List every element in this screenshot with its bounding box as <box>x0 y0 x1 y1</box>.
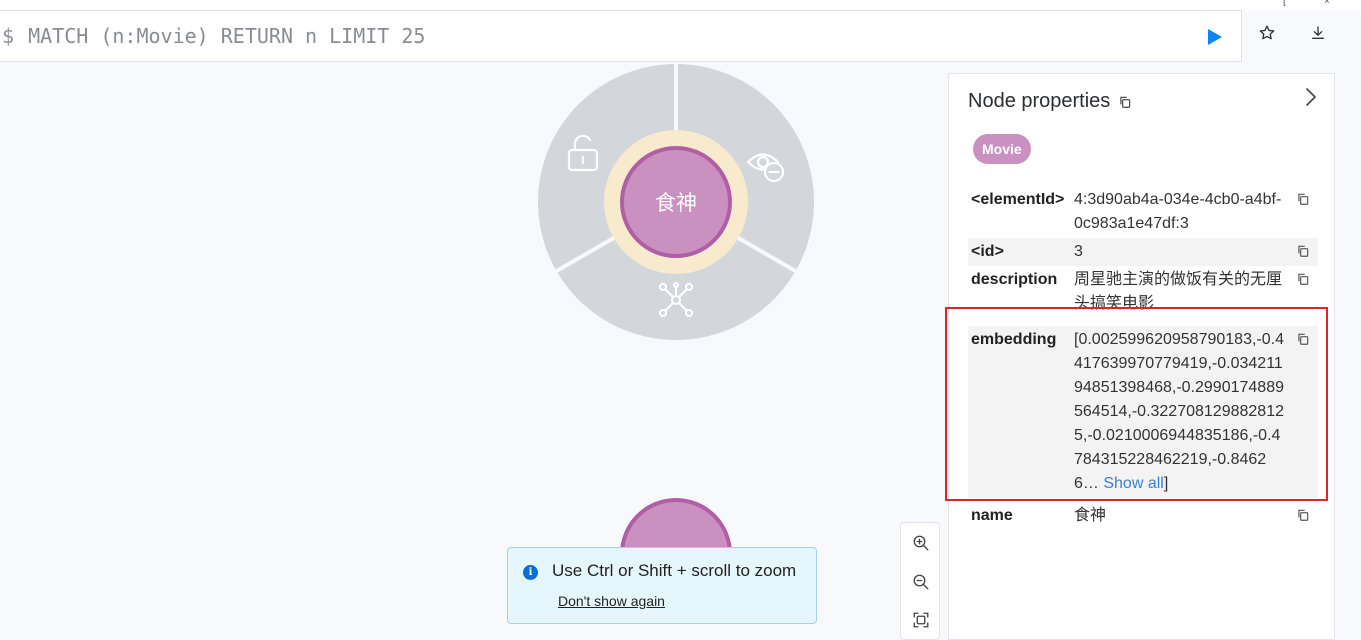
collapse-panel-button[interactable] <box>1302 86 1320 108</box>
zoom-in-icon <box>913 535 929 551</box>
property-key: name <box>971 507 1013 524</box>
expand-relationships-button[interactable] <box>654 280 698 324</box>
download-icon <box>1312 26 1324 39</box>
property-row-id: <id> 3 <box>968 238 1318 266</box>
zoom-in-button[interactable] <box>910 532 932 554</box>
copy-icon[interactable] <box>1118 95 1132 109</box>
property-key: embedding <box>971 331 1057 348</box>
zoom-out-icon <box>913 574 929 590</box>
star-icon <box>1259 25 1275 40</box>
panel-title-text: Node properties <box>968 90 1111 112</box>
selected-movie-node[interactable]: 食神 <box>620 146 732 258</box>
copy-icon[interactable] <box>1296 244 1310 258</box>
fit-screen-icon <box>913 612 929 628</box>
copy-icon[interactable] <box>1296 332 1310 346</box>
unlock-node-button[interactable] <box>562 132 606 176</box>
download-button[interactable] <box>1307 22 1329 44</box>
property-row-description: description 周星驰主演的做饭有关的无厘头搞笑电影 <box>968 266 1318 318</box>
chevron-right-icon <box>1306 88 1316 106</box>
node-caption: 食神 <box>655 191 697 215</box>
property-key: <id> <box>971 243 1004 260</box>
property-row-name: name 食神 <box>968 502 1318 530</box>
property-value: 3 <box>1074 243 1083 260</box>
property-value: 食神 <box>1074 507 1107 524</box>
play-icon <box>1208 29 1222 45</box>
properties-table: <elementId> 4:3d90ab4a-034e-4cb0-a4bf-0c… <box>968 186 1318 530</box>
fit-to-screen-button[interactable] <box>910 609 932 631</box>
top-strip-glyph: ˇ <box>1229 0 1233 7</box>
top-strip-glyph: × <box>1324 0 1330 7</box>
zoom-controls <box>900 522 940 640</box>
show-all-link[interactable]: Show all <box>1103 475 1163 492</box>
dont-show-again-link[interactable]: Don't show again <box>558 593 665 609</box>
copy-icon[interactable] <box>1296 192 1310 206</box>
window-top-strip: ˇ ˇ [ × <box>0 0 1361 10</box>
zoom-out-button[interactable] <box>910 571 932 593</box>
property-key: <elementId> <box>971 191 1065 208</box>
node-context-ring: 食神 <box>538 64 814 340</box>
editor-prompt: $ <box>2 24 15 48</box>
embedding-close-bracket: ] <box>1163 475 1169 492</box>
top-strip-glyph: [ <box>1283 0 1286 7</box>
info-icon: i <box>523 565 538 580</box>
label-chip-movie[interactable]: Movie <box>973 134 1031 164</box>
panel-title: Node properties <box>968 90 1132 113</box>
query-text[interactable]: MATCH (n:Movie) RETURN n LIMIT 25 <box>28 24 425 48</box>
property-value: 4:3d90ab4a-034e-4cb0-a4bf-0c983a1e47df:3 <box>1074 191 1282 232</box>
node-properties-panel: Node properties Movie <elementId> 4:3d90… <box>948 73 1335 640</box>
embedding-value-text: [0.002599620958790183,-0.441763997077941… <box>1074 331 1284 492</box>
property-key: description <box>971 271 1058 288</box>
property-value: [0.002599620958790183,-0.441763997077941… <box>1074 328 1286 496</box>
top-strip-glyph: ˇ <box>1203 0 1207 7</box>
prompt-spacer <box>14 24 28 48</box>
favorite-button[interactable] <box>1256 22 1278 44</box>
hide-node-button[interactable] <box>744 142 788 186</box>
property-row-embedding: embedding [0.002599620958790183,-0.44176… <box>968 326 1318 498</box>
copy-icon[interactable] <box>1296 508 1310 522</box>
property-row-elementid: <elementId> 4:3d90ab4a-034e-4cb0-a4bf-0c… <box>968 186 1318 238</box>
zoom-hint-toast: i Use Ctrl or Shift + scroll to zoom Don… <box>507 547 817 624</box>
run-query-button[interactable] <box>1203 25 1227 49</box>
copy-icon[interactable] <box>1296 272 1310 286</box>
property-value: 周星驰主演的做饭有关的无厘头搞笑电影 <box>1074 271 1283 312</box>
toast-message: Use Ctrl or Shift + scroll to zoom <box>552 561 797 580</box>
query-editor[interactable]: $ MATCH (n:Movie) RETURN n LIMIT 25 <box>0 10 1242 62</box>
